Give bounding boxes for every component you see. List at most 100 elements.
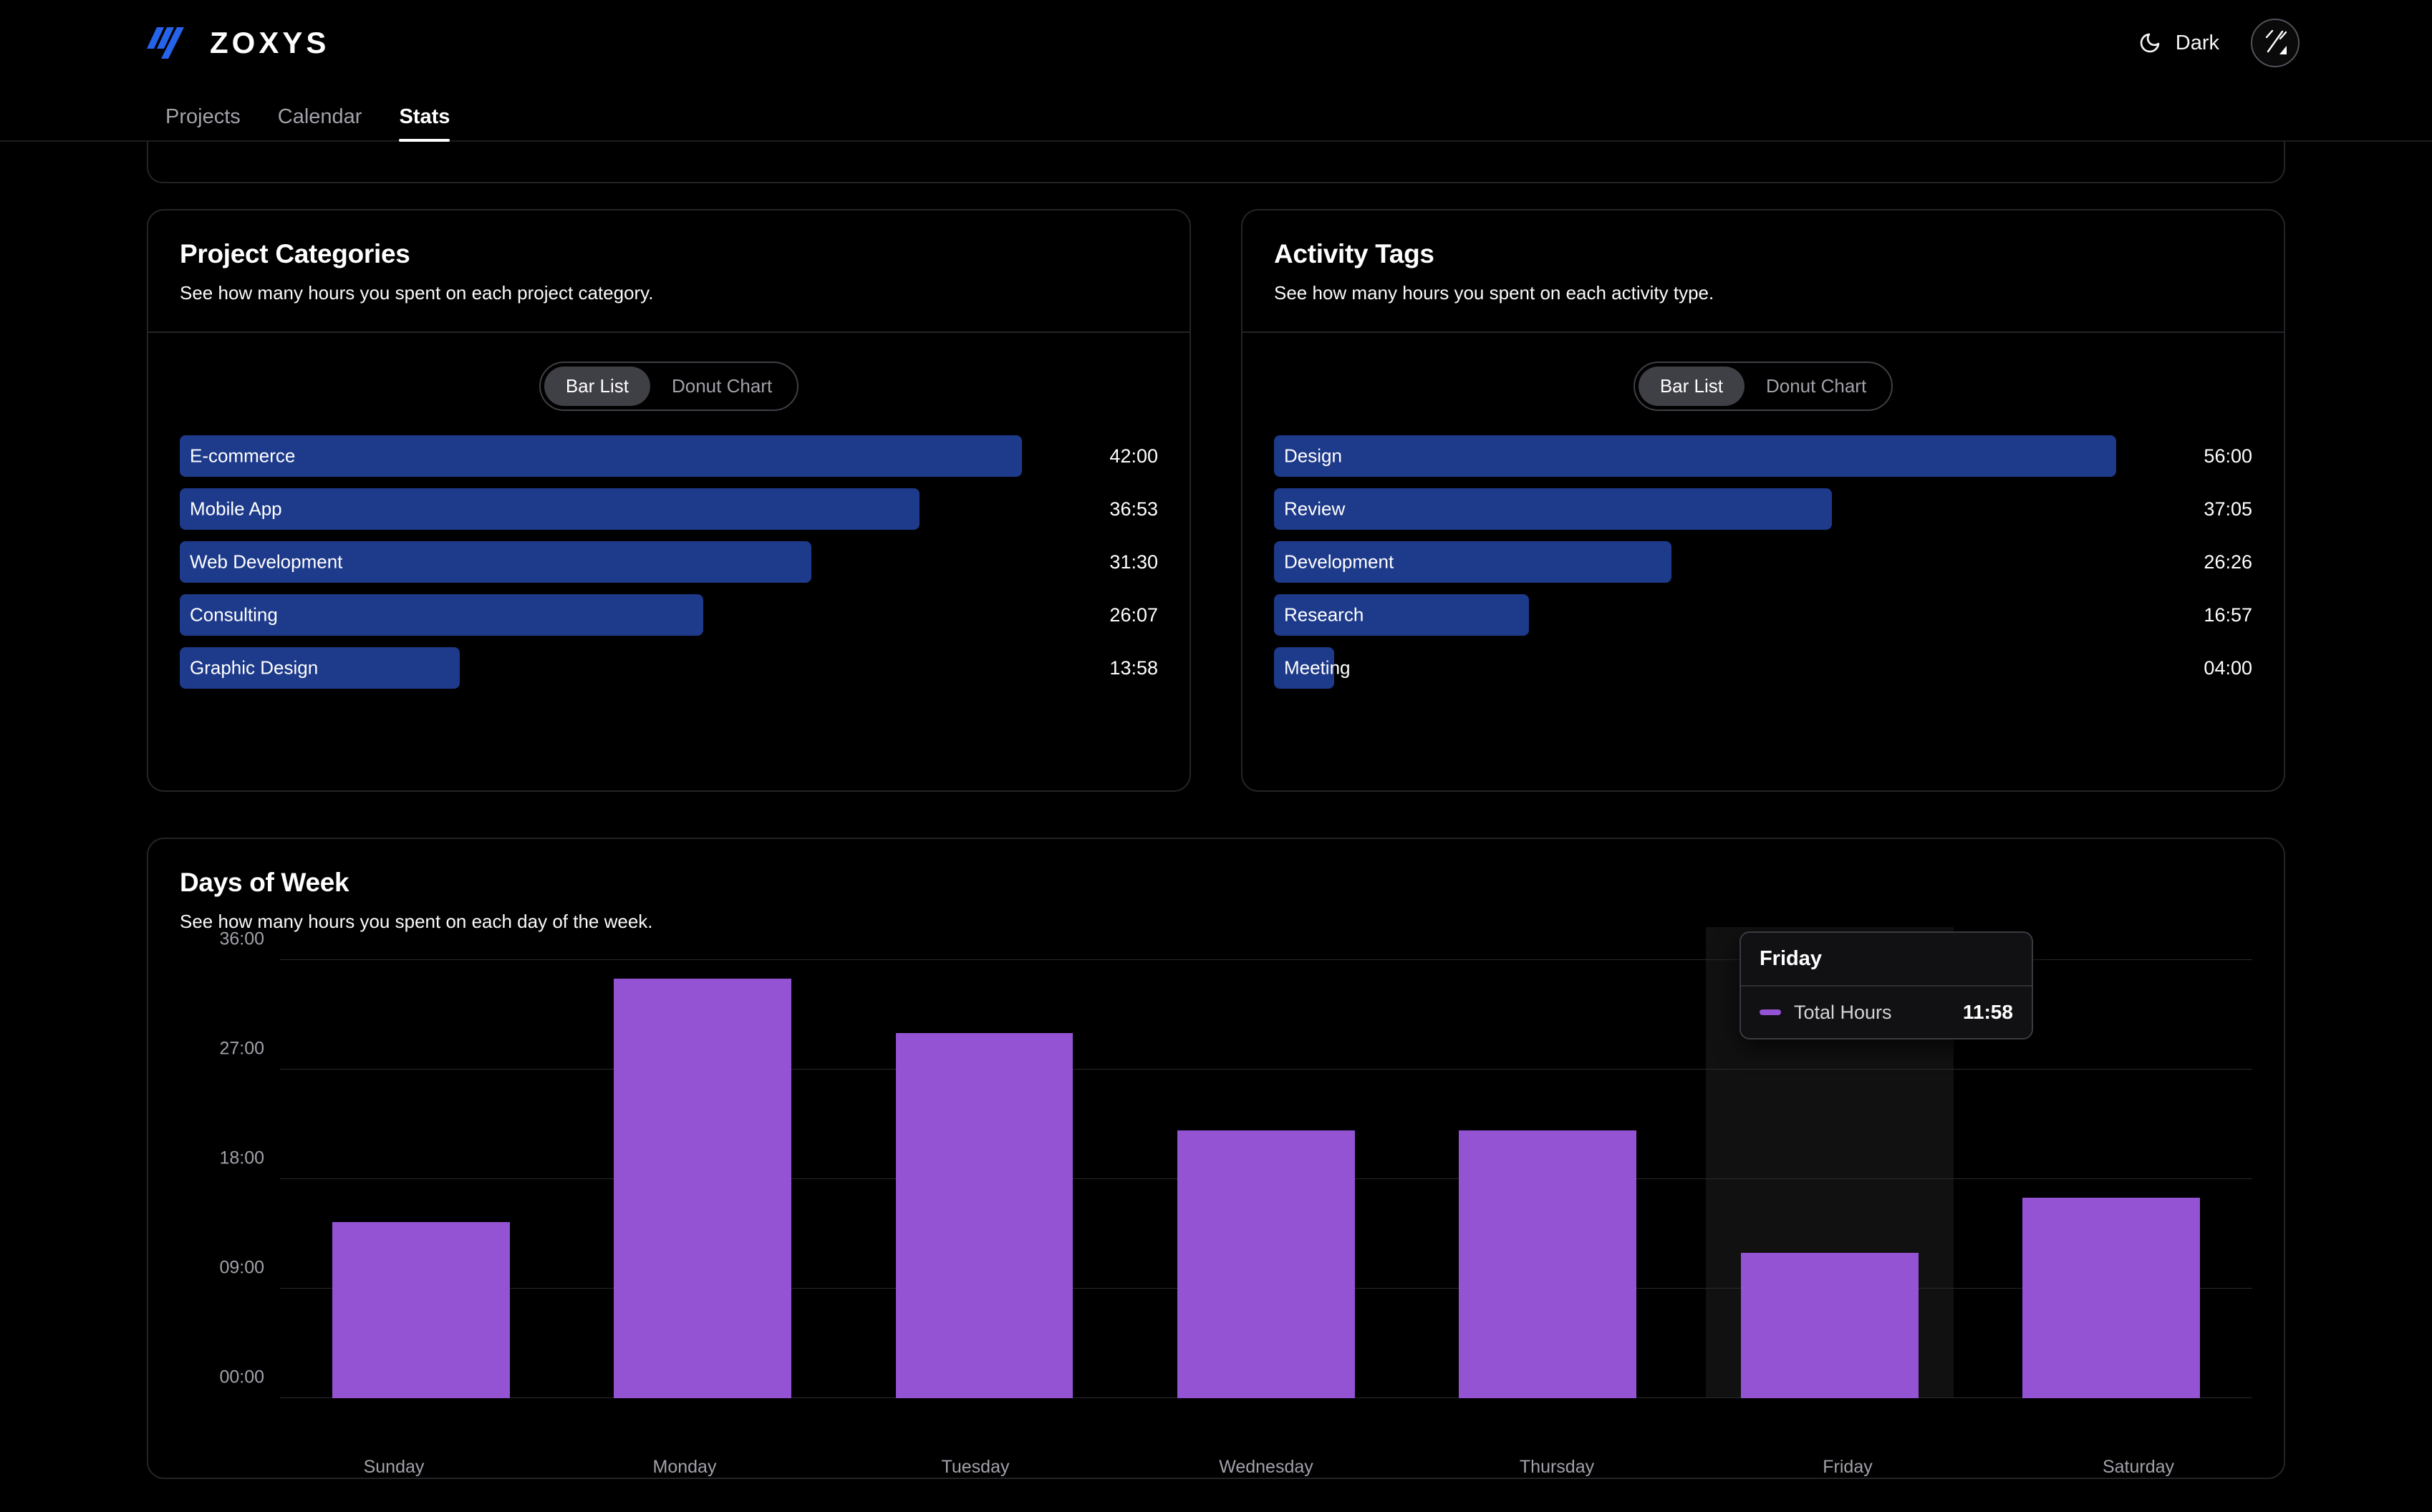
chart-x-tick-label: Friday bbox=[1823, 1457, 1873, 1477]
chart-gridline bbox=[280, 1069, 2252, 1070]
bar-track: Meeting bbox=[1274, 647, 2116, 689]
scrolled-card-peek bbox=[147, 142, 2285, 183]
bar-list-row[interactable]: E-commerce 42:00 bbox=[180, 435, 1158, 477]
chart-y-tick-label: 36:00 bbox=[219, 929, 264, 949]
tooltip-series-value: 11:58 bbox=[1962, 1001, 2013, 1023]
chart-y-tick-label: 27:00 bbox=[219, 1038, 264, 1059]
activity-tags-body: Bar List Donut Chart Design 56:00 Review 37… bbox=[1242, 333, 2284, 790]
bar-value: 04:00 bbox=[2204, 656, 2252, 679]
project-categories-body: Bar List Donut Chart E-commerce 42:00 Mobi… bbox=[148, 333, 1190, 790]
bar-track: E-commerce bbox=[180, 435, 1022, 477]
moon-icon bbox=[2138, 32, 2161, 54]
bar-track: Research bbox=[1274, 594, 2116, 636]
project-categories-bar-list: E-commerce 42:00 Mobile App 36:53 Web Develo… bbox=[180, 435, 1158, 689]
zoxys-slashes-logo-icon bbox=[147, 24, 191, 62]
bar-list-row[interactable]: Research 16:57 bbox=[1274, 594, 2252, 636]
bar-track: Mobile App bbox=[180, 488, 1022, 530]
header-actions: Dark bbox=[2138, 19, 2300, 67]
theme-toggle-button[interactable]: Dark bbox=[2138, 32, 2219, 55]
app-header: ZOXYS Dark bbox=[0, 0, 2432, 86]
chart-bar[interactable] bbox=[1740, 1252, 1919, 1398]
activity-tags-subtitle: See how many hours you spent on each act… bbox=[1274, 282, 1714, 304]
nav-tab-projects[interactable]: Projects bbox=[147, 105, 259, 140]
days-of-week-title: Days of Week bbox=[180, 868, 349, 897]
chart-bar[interactable] bbox=[1177, 1130, 1355, 1398]
bar-fill bbox=[1274, 435, 2116, 477]
project-categories-title: Project Categories bbox=[180, 239, 410, 268]
chart-x-tick-label: Wednesday bbox=[1219, 1457, 1313, 1477]
segmented-control: Bar List Donut Chart bbox=[1633, 362, 1893, 411]
tooltip-series-name: Total Hours bbox=[1793, 1001, 1892, 1023]
nav-tab-calendar-label: Calendar bbox=[277, 105, 362, 128]
chart-x-axis-labels: Sunday Monday Tuesday Wednesday Thursday Frid… bbox=[148, 1457, 2284, 1478]
bar-fill bbox=[1274, 594, 1529, 636]
chart-bar[interactable] bbox=[332, 1221, 510, 1398]
chart-bar-column[interactable] bbox=[1125, 960, 1406, 1398]
bar-fill bbox=[1274, 541, 1672, 583]
brand[interactable]: ZOXYS bbox=[147, 24, 329, 62]
chart-bar[interactable] bbox=[614, 978, 792, 1398]
chart-bar[interactable] bbox=[2022, 1197, 2201, 1398]
bar-list-row[interactable]: Consulting 26:07 bbox=[180, 594, 1158, 636]
chart-bar[interactable] bbox=[895, 1033, 1073, 1398]
chart-bar-column[interactable] bbox=[1407, 960, 1689, 1398]
bar-value: 56:00 bbox=[2204, 445, 2252, 467]
days-of-week-subtitle: See how many hours you spent on each day… bbox=[180, 911, 653, 932]
chart-x-tick-label: Sunday bbox=[363, 1457, 425, 1477]
chart-x-tick-label: Monday bbox=[652, 1457, 717, 1477]
toggle-donut-chart-projects[interactable]: Donut Chart bbox=[650, 367, 793, 406]
activity-tags-header: Activity Tags See how many hours you spe… bbox=[1242, 210, 2284, 331]
stats-content: Project Categories See how many hours yo… bbox=[0, 209, 2432, 1479]
chart-bar-column[interactable] bbox=[844, 960, 1125, 1398]
bar-list-row[interactable]: Graphic Design 13:58 bbox=[180, 647, 1158, 689]
bar-value: 42:00 bbox=[1109, 445, 1158, 467]
project-categories-view-toggle: Bar List Donut Chart bbox=[180, 362, 1158, 411]
bar-fill bbox=[180, 647, 460, 689]
days-of-week-card: Days of Week See how many hours you spen… bbox=[147, 838, 2285, 1479]
toggle-donut-chart-tags[interactable]: Donut Chart bbox=[1745, 367, 1888, 406]
bar-fill bbox=[180, 435, 1022, 477]
main-nav: Projects Calendar Stats bbox=[0, 86, 2432, 142]
chart-bar[interactable] bbox=[1459, 1130, 1637, 1398]
chart-y-tick-label: 00:00 bbox=[219, 1367, 264, 1387]
brand-name: ZOXYS bbox=[210, 26, 330, 59]
nav-tab-stats[interactable]: Stats bbox=[380, 105, 468, 142]
bar-value: 26:26 bbox=[2204, 551, 2252, 573]
bar-list-row[interactable]: Development 26:26 bbox=[1274, 541, 2252, 583]
bar-value: 26:07 bbox=[1109, 604, 1158, 626]
bar-list-row[interactable]: Review 37:05 bbox=[1274, 488, 2252, 530]
bar-fill bbox=[180, 488, 920, 530]
nav-tab-list: Projects Calendar Stats bbox=[147, 105, 468, 142]
bar-list-row[interactable]: Meeting 04:00 bbox=[1274, 647, 2252, 689]
bar-value: 37:05 bbox=[2204, 498, 2252, 520]
activity-tags-title: Activity Tags bbox=[1274, 239, 1434, 268]
tooltip-title: Friday bbox=[1740, 933, 2032, 987]
activity-tags-view-toggle: Bar List Donut Chart bbox=[1274, 362, 2252, 411]
nav-tab-stats-label: Stats bbox=[399, 105, 450, 128]
bar-track: Web Development bbox=[180, 541, 1022, 583]
bar-list-row[interactable]: Web Development 31:30 bbox=[180, 541, 1158, 583]
bar-track: Consulting bbox=[180, 594, 1022, 636]
chart-x-tick-label: Thursday bbox=[1519, 1457, 1595, 1477]
bar-list-row[interactable]: Design 56:00 bbox=[1274, 435, 2252, 477]
bar-value: 13:58 bbox=[1109, 656, 1158, 679]
bar-fill bbox=[180, 541, 811, 583]
bar-track: Design bbox=[1274, 435, 2116, 477]
segmented-control: Bar List Donut Chart bbox=[539, 362, 799, 411]
chart-bar-column[interactable] bbox=[280, 960, 561, 1398]
chart-bar-column[interactable] bbox=[561, 960, 843, 1398]
nav-tab-calendar[interactable]: Calendar bbox=[259, 105, 381, 140]
avatar[interactable] bbox=[2251, 19, 2300, 67]
toggle-bar-list-tags[interactable]: Bar List bbox=[1638, 367, 1745, 406]
chart-y-tick-label: 18:00 bbox=[219, 1148, 264, 1168]
chart-x-tick-label: Tuesday bbox=[941, 1457, 1010, 1477]
series-color-swatch-icon bbox=[1759, 1009, 1781, 1015]
bar-list-row[interactable]: Mobile App 36:53 bbox=[180, 488, 1158, 530]
toggle-bar-list-projects[interactable]: Bar List bbox=[544, 367, 650, 406]
bar-value: 36:53 bbox=[1109, 498, 1158, 520]
project-categories-card: Project Categories See how many hours yo… bbox=[147, 209, 1191, 792]
bar-track: Development bbox=[1274, 541, 2116, 583]
project-categories-subtitle: See how many hours you spent on each pro… bbox=[180, 282, 654, 304]
chart-tooltip: Friday Total Hours 11:58 bbox=[1739, 931, 2033, 1040]
